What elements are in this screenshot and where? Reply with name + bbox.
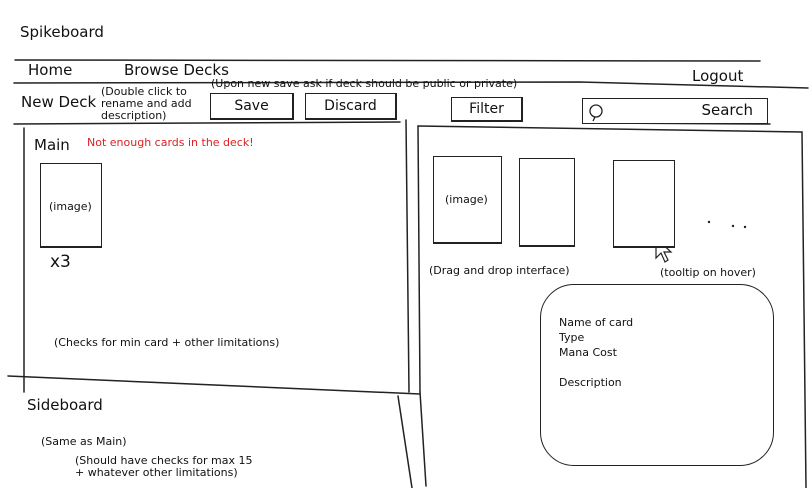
nav-home-link[interactable]: Home xyxy=(28,61,72,79)
sideboard-same-note: (Same as Main) xyxy=(41,435,127,448)
main-deck-card[interactable]: (image) xyxy=(40,163,102,248)
tooltip-description: Description xyxy=(559,376,622,389)
browse-card-3[interactable] xyxy=(613,160,675,248)
search-box[interactable]: Search xyxy=(582,98,768,124)
deck-warning: Not enough cards in the deck! xyxy=(87,136,254,149)
rename-hint: (Double click to rename and add descript… xyxy=(101,85,192,122)
tooltip-card-type: Type xyxy=(559,331,585,344)
save-button[interactable]: Save xyxy=(210,93,294,120)
main-checks-note: (Checks for min card + other limitations… xyxy=(54,336,280,349)
card-count: x3 xyxy=(50,252,71,272)
drag-drop-note: (Drag and drop interface) xyxy=(429,264,570,277)
sideboard-title: Sideboard xyxy=(27,396,103,414)
card-image-placeholder: (image) xyxy=(445,193,488,206)
deck-name-title[interactable]: New Deck xyxy=(21,93,96,111)
main-panel-title: Main xyxy=(34,136,70,154)
card-image-placeholder: (image) xyxy=(49,200,92,213)
browse-card-1[interactable]: (image) xyxy=(433,156,502,244)
magnifier-icon xyxy=(587,104,607,126)
tooltip-mana-cost: Mana Cost xyxy=(559,346,617,359)
logout-link[interactable]: Logout xyxy=(692,67,743,85)
sideboard-checks-note: (Should have checks for max 15 + whateve… xyxy=(75,454,253,479)
card-tooltip: Name of card Type Mana Cost Description xyxy=(540,284,774,466)
app-title: Spikeboard xyxy=(20,23,104,41)
search-label: Search xyxy=(701,101,753,119)
discard-button[interactable]: Discard xyxy=(305,93,397,120)
tooltip-note: (tooltip on hover) xyxy=(660,266,756,279)
browse-card-2[interactable] xyxy=(519,158,575,247)
tooltip-card-name: Name of card xyxy=(559,316,634,329)
save-visibility-note: (Upon new save ask if deck should be pub… xyxy=(211,77,518,90)
filter-button[interactable]: Filter xyxy=(451,97,523,122)
